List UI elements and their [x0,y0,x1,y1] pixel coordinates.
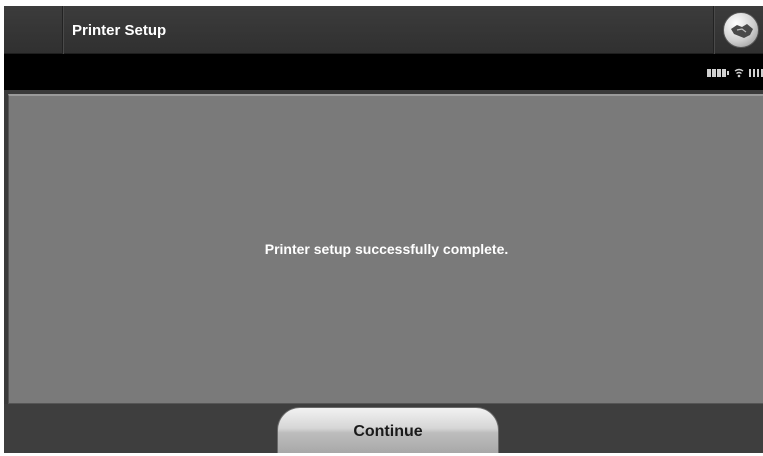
app-window: Printer Setup Printer setup successfully… [4,6,763,453]
status-bar [4,54,763,90]
title-divider-right [713,6,714,54]
message-panel: Printer setup successfully complete. [8,94,763,404]
continue-button[interactable]: Continue [277,407,499,453]
title-bar: Printer Setup [4,6,763,54]
wifi-icon [734,68,744,78]
signal-icon [749,69,763,77]
battery-icon [707,69,729,77]
status-icons [707,68,763,78]
title-divider-left [62,6,63,54]
footer-bar: Continue [4,404,763,453]
success-message: Printer setup successfully complete. [264,241,509,257]
page-title: Printer Setup [72,22,167,39]
handshake-logo-icon [723,12,759,48]
